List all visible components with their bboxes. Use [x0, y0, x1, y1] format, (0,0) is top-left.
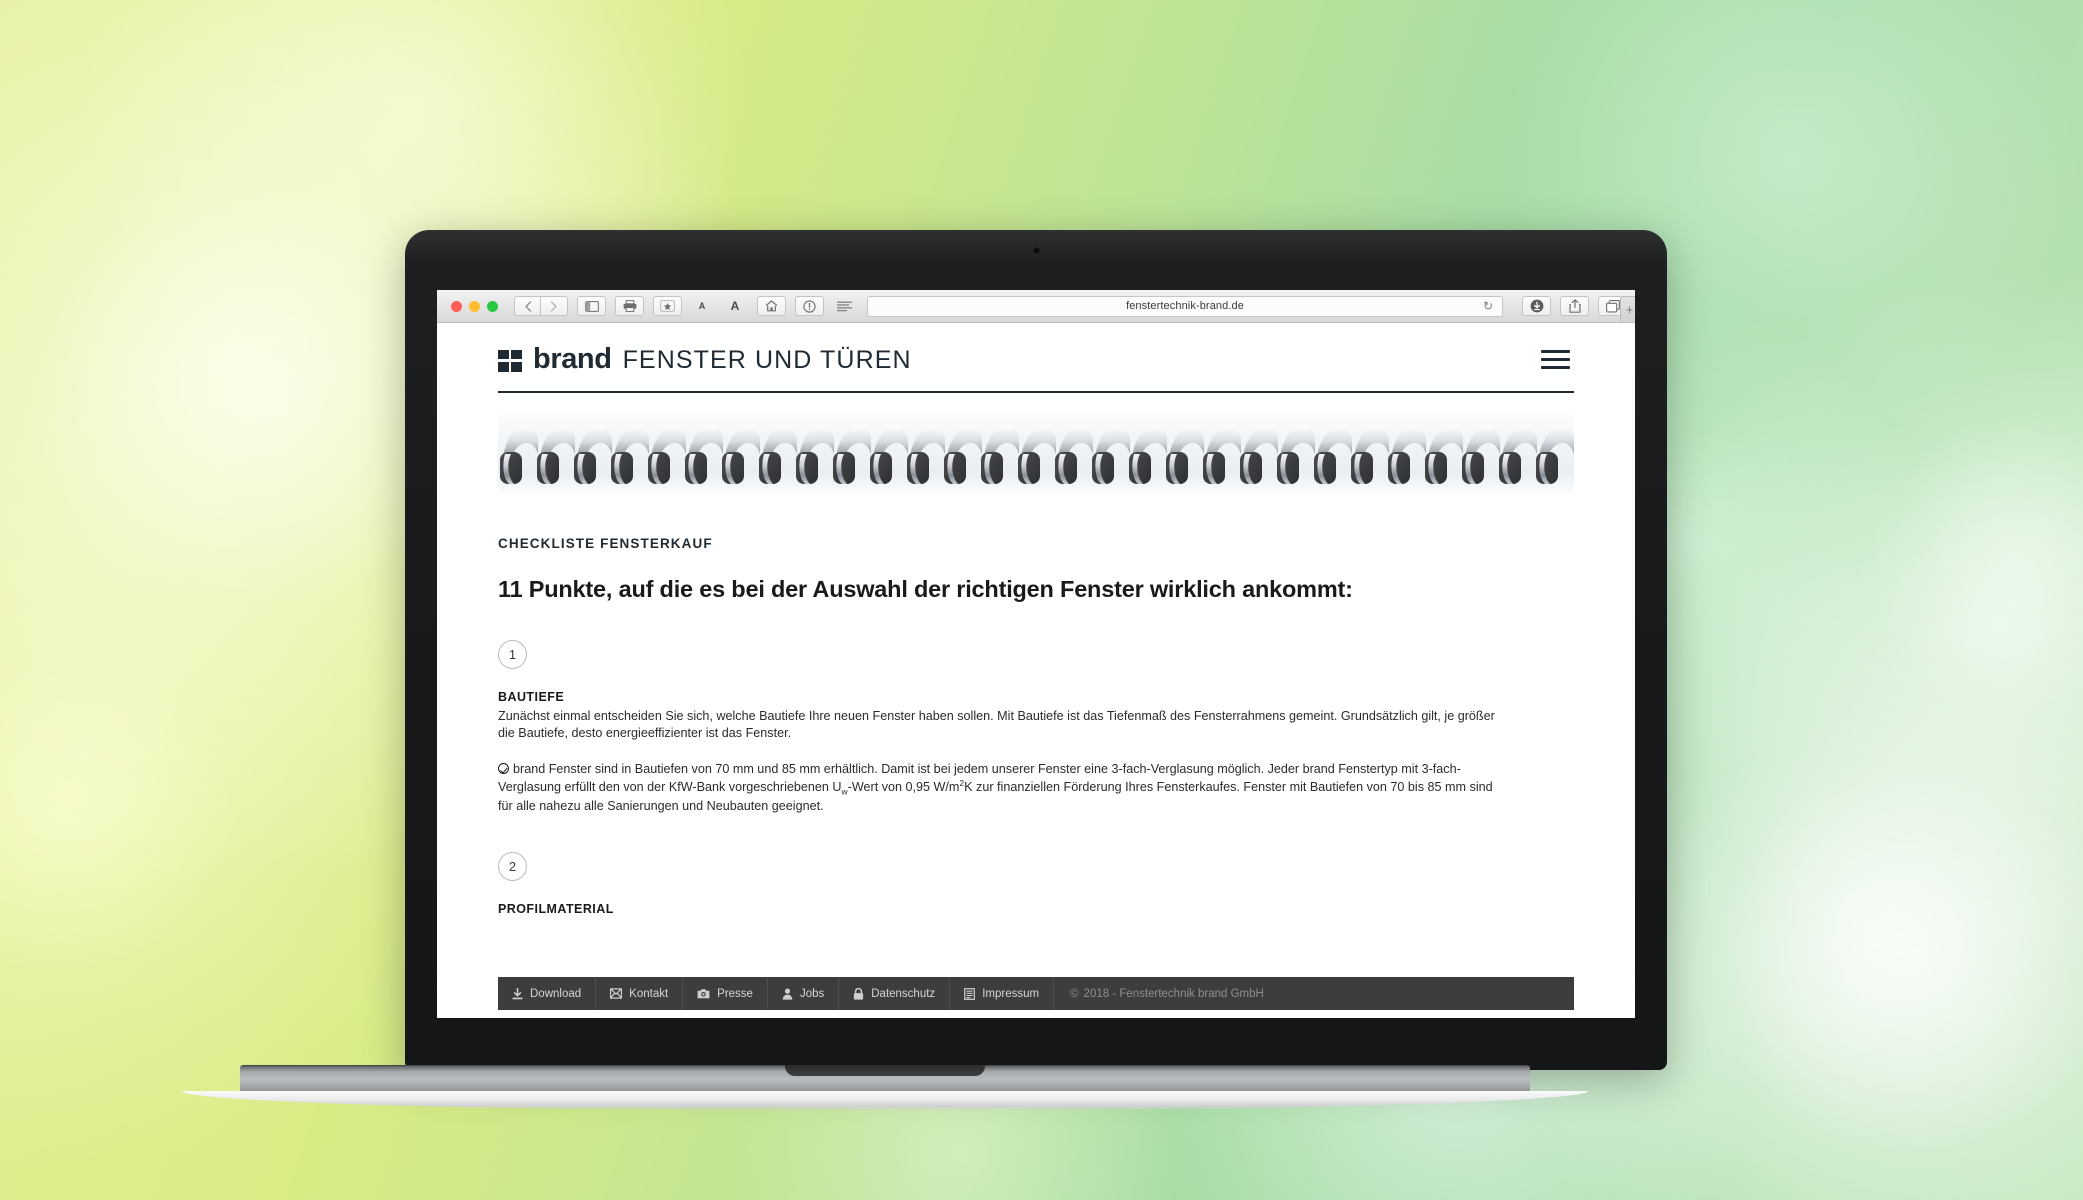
- home-button[interactable]: [757, 296, 786, 316]
- envelope-icon: [610, 988, 623, 999]
- footer-copyright: © 2018 - Fenstertechnik brand GmbH: [1054, 977, 1280, 1010]
- reader-view-button[interactable]: [831, 296, 857, 316]
- reload-icon[interactable]: ↻: [1483, 300, 1493, 312]
- window-controls: [445, 300, 506, 312]
- maximize-window-button[interactable]: [487, 300, 498, 312]
- lock-icon: [853, 987, 864, 1000]
- webcam-dot: [1032, 247, 1040, 254]
- print-button[interactable]: [615, 296, 644, 316]
- laptop-lid-notch: [785, 1065, 985, 1076]
- navigation-buttons: [514, 296, 568, 316]
- sidebar-toggle-button[interactable]: [577, 296, 606, 316]
- copyright-symbol: ©: [1070, 987, 1079, 1000]
- new-tab-button[interactable]: +: [1620, 296, 1635, 321]
- page-content: brand FENSTER UND TÜREN CHECKLISTE FENST…: [437, 323, 1635, 916]
- browser-toolbar: A A fenstertechnik-brand.de ↻ +: [437, 290, 1635, 323]
- step-number-badge-1: 1: [498, 640, 527, 669]
- text-size-increase-button[interactable]: A: [722, 296, 748, 316]
- text-smaller-label: A: [698, 301, 706, 311]
- copyright-text: 2018 - Fenstertechnik brand GmbH: [1083, 987, 1264, 1000]
- hamburger-menu-icon[interactable]: [1537, 346, 1574, 373]
- site-header: brand FENSTER UND TÜREN: [498, 323, 1574, 393]
- step-title-2: PROFILMATERIAL: [498, 901, 614, 916]
- footer-item-download[interactable]: Download: [498, 977, 597, 1010]
- close-window-button[interactable]: [451, 300, 462, 312]
- site-tagline: FENSTER UND TÜREN: [622, 346, 912, 374]
- laptop-base: [182, 1065, 1588, 1111]
- browser-window: A A fenstertechnik-brand.de ↻ + brand FE…: [437, 290, 1635, 1018]
- step-highlight-1: brand Fenster sind in Bautiefen von 70 m…: [498, 761, 1508, 814]
- url-text: fenstertechnik-brand.de: [1126, 300, 1244, 312]
- footer-label: Jobs: [799, 987, 825, 1000]
- footer-label: Impressum: [982, 987, 1040, 1000]
- footer-label: Download: [530, 987, 582, 1000]
- logo-wordmark: brand: [533, 343, 612, 375]
- reader-info-button[interactable]: [795, 296, 824, 316]
- page-title: 11 Punkte, auf die es bei der Auswahl de…: [498, 576, 1353, 602]
- spiral-binding-illustration: [498, 408, 1574, 498]
- check-circle-icon: [498, 763, 509, 775]
- step-number-badge-2: 2: [498, 851, 527, 881]
- site-brand[interactable]: brand FENSTER UND TÜREN: [498, 345, 912, 374]
- document-icon: [964, 987, 976, 1000]
- back-button[interactable]: [514, 296, 541, 316]
- minimize-window-button[interactable]: [469, 300, 480, 312]
- footer-label: Presse: [717, 987, 753, 1000]
- footer-item-datenschutz[interactable]: Datenschutz: [839, 977, 951, 1010]
- highlight-text-part2: -Wert von 0,95 W/m: [847, 780, 960, 795]
- site-footer-bar: Download Kontakt Presse Jobs Datenschutz…: [498, 977, 1574, 1010]
- camera-icon: [697, 988, 710, 999]
- text-larger-label: A: [730, 299, 740, 313]
- webpage-viewport: brand FENSTER UND TÜREN CHECKLISTE FENST…: [437, 323, 1635, 1018]
- spiral-binding-banner: [498, 408, 1574, 498]
- text-size-decrease-button[interactable]: A: [689, 296, 715, 316]
- step-paragraph-1: Zunächst einmal entscheiden Sie sich, we…: [498, 709, 1495, 740]
- bookmark-button[interactable]: [653, 296, 682, 316]
- footer-item-impressum[interactable]: Impressum: [950, 977, 1055, 1010]
- laptop-mockup: A A fenstertechnik-brand.de ↻ + brand FE…: [182, 230, 1667, 1111]
- person-icon: [782, 988, 793, 1000]
- footer-item-presse[interactable]: Presse: [683, 977, 768, 1010]
- forward-button[interactable]: [541, 296, 568, 316]
- share-button[interactable]: [1560, 296, 1589, 316]
- footer-label: Kontakt: [629, 987, 669, 1000]
- address-bar[interactable]: fenstertechnik-brand.de ↻: [867, 295, 1503, 317]
- laptop-deck: [240, 1065, 1530, 1092]
- footer-item-kontakt[interactable]: Kontakt: [596, 977, 684, 1010]
- download-icon: [512, 987, 523, 1000]
- step-title-1: BAUTIEFE: [498, 690, 565, 704]
- window-grid-logo-icon: [498, 349, 522, 372]
- footer-item-jobs[interactable]: Jobs: [768, 977, 840, 1010]
- downloads-button[interactable]: [1522, 296, 1551, 316]
- footer-label: Datenschutz: [871, 987, 936, 1000]
- page-kicker: CHECKLISTE FENSTERKAUF: [498, 536, 713, 551]
